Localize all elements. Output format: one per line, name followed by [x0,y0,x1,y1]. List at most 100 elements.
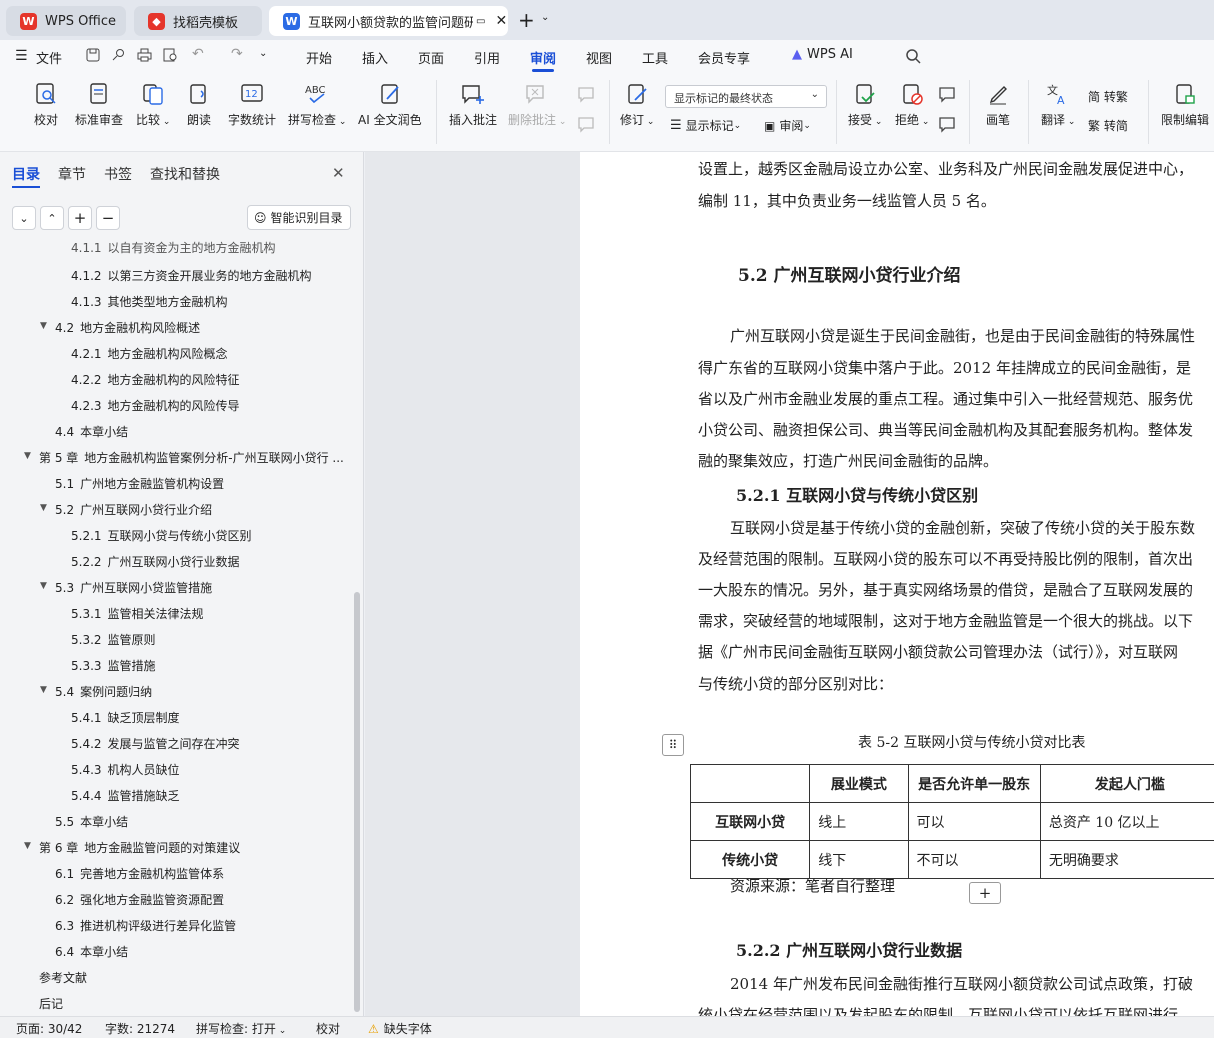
tab-find-replace[interactable]: 查找和替换 [150,164,220,184]
delete-comment-button[interactable]: 删除批注 ⌄ [508,82,566,128]
toc-item[interactable]: 第 5 章地方金融机构监管案例分析-广州互联网小贷行 ... [39,449,344,466]
restrict-edit-button[interactable]: 限制编辑 [1161,82,1209,128]
menu-view[interactable]: 视图 [586,48,612,67]
translate-button[interactable]: 文A 翻译 ⌄ [1041,82,1075,128]
collapse-caret-icon[interactable]: ▼ [40,321,47,331]
table-cell[interactable]: 传统小贷 [689,840,811,879]
toc-item[interactable]: 5.3.3 监管措施 [71,657,156,674]
close-tab-icon[interactable]: ✕ [495,13,507,29]
toc-item[interactable]: 后记 [39,995,63,1012]
insert-comment-button[interactable]: 插入批注 [449,82,497,128]
table-cell[interactable]: 不可以 [907,840,1041,879]
toc-item[interactable]: 5.3 广州互联网小贷监管措施 [55,579,212,596]
document-page[interactable]: 设置上，越秀区金融局设立办公室、业务科及广州民间金融发展促进中心， 编制 11，… [580,152,1214,1016]
toc-item[interactable]: 5.4 案例问题归纳 [55,683,152,700]
toc-item[interactable]: 4.1.1 以自有资金为主的地方金融机构 [71,239,276,256]
table-cell[interactable]: 发起人门槛 [1039,764,1214,803]
collapse-caret-icon[interactable]: ▼ [40,685,47,695]
hamburger-icon[interactable]: ☰ [15,48,28,64]
toc-item[interactable]: 4.2 地方金融机构风险概述 [55,319,200,336]
prev-change-icon[interactable] [938,86,958,104]
smart-toc-button[interactable]: ☺ 智能识别目录 [247,205,351,230]
missing-font-status[interactable]: ⚠ 缺失字体 [368,1020,432,1037]
tab-wps-office[interactable]: W WPS Office [6,6,126,36]
toc-item[interactable]: 4.4 本章小结 [55,423,128,440]
menu-tools[interactable]: 工具 [642,48,668,67]
prev-comment-icon[interactable] [577,86,597,104]
toc-item[interactable]: 第 6 章地方金融监管问题的对策建议 [39,839,240,856]
close-pane-icon[interactable]: ✕ [332,164,345,182]
read-aloud-button[interactable]: 朗读 [187,82,211,128]
toc-item[interactable]: 6.3 推进机构评级进行差异化监管 [55,917,236,934]
toc-item[interactable]: 6.2 强化地方金融监管资源配置 [55,891,224,908]
toc-item[interactable]: 5.3.1 监管相关法律法规 [71,605,204,622]
toc-item[interactable]: 5.2 广州互联网小贷行业介绍 [55,501,212,518]
toc-item[interactable]: 4.1.2 以第三方资金开展业务的地方金融机构 [71,267,312,284]
tab-find-template[interactable]: ◆ 找稻壳模板 [134,6,262,36]
proofread-button[interactable]: 校对 [34,82,58,128]
spell-check-button[interactable]: ABC 拼写检查 ⌄ [288,82,346,128]
collapse-caret-icon[interactable]: ▼ [24,841,31,851]
toc-item[interactable]: 4.2.1 地方金融机构风险概念 [71,345,228,362]
tab-document[interactable]: W 互联网小额贷款的监管问题研究 ▭ ✕ [269,6,508,36]
show-marks-button[interactable]: ☰ 显示标记 ⌄ [670,117,741,134]
spell-check-toggle[interactable]: 拼写检查: 打开 ⌄ [196,1020,286,1037]
to-simplified-button[interactable]: 繁 转简 [1088,117,1128,134]
toc-item[interactable]: 5.1 广州地方金融监管机构设置 [55,475,224,492]
track-changes-button[interactable]: 修订 ⌄ [620,82,654,128]
toc-item[interactable]: 6.1 完善地方金融机构监管体系 [55,865,224,882]
toc-item[interactable]: 5.5 本章小结 [55,813,128,830]
proofread-status[interactable]: 校对 [316,1020,340,1037]
toc-item[interactable]: 5.4.4 监管措施缺乏 [71,787,180,804]
table-cell[interactable]: 总资产 10 亿以上 [1039,802,1214,841]
table-cell[interactable]: 互联网小贷 [689,802,811,841]
collapse-caret-icon[interactable]: ▼ [40,503,47,513]
tab-list-chevron-icon[interactable]: ⌄ [541,12,549,23]
word-count-indicator[interactable]: 字数: 21274 [105,1020,175,1037]
pen-button[interactable]: 画笔 [986,82,1010,128]
redo-icon[interactable]: ↷ [231,46,243,62]
table-cell[interactable]: 线上 [809,802,909,841]
add-heading-button[interactable]: + [68,206,92,230]
print-preview-icon[interactable] [163,48,178,62]
next-comment-icon[interactable] [577,116,597,134]
undo-icon[interactable]: ↶ [192,46,204,62]
toc-item[interactable]: 5.4.1 缺乏顶层制度 [71,709,180,726]
table-cell[interactable] [689,764,811,803]
menu-member[interactable]: 会员专享 [698,48,750,67]
tab-chapters[interactable]: 章节 [58,164,86,184]
menu-insert[interactable]: 插入 [362,48,388,67]
save-icon[interactable] [86,48,100,62]
tab-toc[interactable]: 目录 [12,164,40,184]
toc-item[interactable]: 5.4.3 机构人员缺位 [71,761,180,778]
standard-review-button[interactable]: 标准审查 [75,82,123,128]
table-cell[interactable]: 线下 [809,840,909,879]
toc-item[interactable]: 4.2.2 地方金融机构的风险特征 [71,371,240,388]
page-indicator[interactable]: 页面: 30/42 [16,1020,82,1037]
print-icon[interactable] [137,48,152,62]
toc-item[interactable]: 5.3.2 监管原则 [71,631,156,648]
add-row-button[interactable]: + [969,882,1001,904]
to-traditional-button[interactable]: 简 转繁 [1088,88,1128,105]
table-cell[interactable]: 是否允许单一股东 [907,764,1041,803]
display-mode-select[interactable]: 显示标记的最终状态 ⌄ [665,85,827,108]
share-icon[interactable] [111,48,125,62]
toc-item[interactable]: 5.4.2 发展与监管之间存在冲突 [71,735,240,752]
table-cell[interactable]: 无明确要求 [1039,840,1214,879]
review-pane-button[interactable]: ▣ 审阅 ⌄ [764,117,811,134]
collapse-all-button[interactable]: ⌃ [40,206,64,230]
accept-button[interactable]: 接受 ⌄ [848,82,882,128]
remove-heading-button[interactable]: − [96,206,120,230]
menu-home[interactable]: 开始 [306,48,332,67]
toc-scrollbar[interactable] [354,592,360,1012]
expand-all-button[interactable]: ⌄ [12,206,36,230]
table-move-handle[interactable]: ⠿ [662,734,684,756]
table-cell[interactable]: 可以 [907,802,1041,841]
toc-item[interactable]: 4.1.3 其他类型地方金融机构 [71,293,228,310]
reject-button[interactable]: 拒绝 ⌄ [895,82,929,128]
collapse-caret-icon[interactable]: ▼ [40,581,47,591]
comparison-table[interactable]: 展业模式 是否允许单一股东 发起人门槛 互联网小贷 线上 可以 总资产 10 亿… [689,764,1214,879]
new-tab-button[interactable]: + [518,8,535,32]
menu-page[interactable]: 页面 [418,48,444,67]
toc-item[interactable]: 5.2.1 互联网小贷与传统小贷区别 [71,527,252,544]
